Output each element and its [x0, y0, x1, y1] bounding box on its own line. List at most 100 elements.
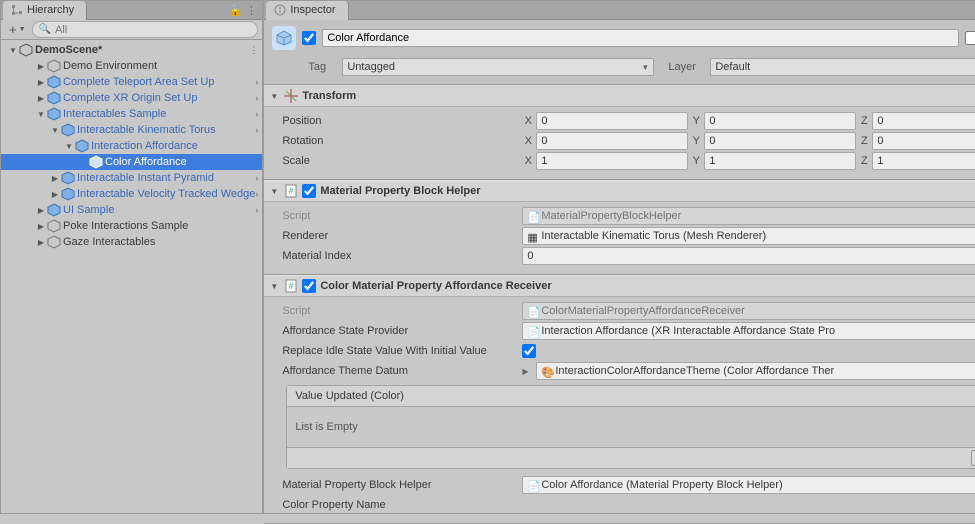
component-header[interactable]: ▼ Transform ? ⎚ ⋮	[264, 85, 975, 107]
tree-item[interactable]: ▼ Interactable Kinematic Torus ›	[1, 122, 262, 138]
rotation-z-input[interactable]	[872, 132, 975, 150]
chevron-right-icon[interactable]: ›	[255, 125, 258, 135]
material-index-input[interactable]	[522, 247, 975, 265]
scale-z-input[interactable]	[872, 152, 975, 170]
static-toggle[interactable]: Static ▼	[965, 31, 975, 45]
scene-label: DemoScene*	[35, 44, 102, 56]
panel-menu-icon[interactable]: ⋮	[244, 4, 258, 17]
foldout-icon[interactable]: ▼	[270, 282, 280, 291]
tree-item-selected[interactable]: Color Affordance	[1, 154, 262, 170]
chevron-right-icon[interactable]: ›	[255, 93, 258, 103]
tree-item[interactable]: ▶ Demo Environment	[1, 58, 262, 74]
chevron-right-icon[interactable]: ›	[255, 109, 258, 119]
hierarchy-search[interactable]: 🔍	[32, 21, 259, 38]
inspector-tabbar: Inspector 🔒 ⋮	[264, 1, 975, 20]
active-toggle[interactable]	[302, 31, 316, 45]
component-enable-toggle[interactable]	[302, 279, 316, 293]
chevron-right-icon[interactable]: ›	[255, 189, 258, 199]
tree-item[interactable]: ▶ Complete XR Origin Set Up ›	[1, 90, 262, 106]
inspector-tab[interactable]: Inspector	[266, 1, 348, 20]
script-field: 📄 MaterialPropertyBlockHelper ⊙	[522, 207, 975, 225]
scene-node[interactable]: ▼ DemoScene* ⋮	[1, 42, 262, 58]
rotation-y-input[interactable]	[704, 132, 856, 150]
renderer-label: Renderer	[270, 230, 522, 242]
component-header[interactable]: ▼ # Material Property Block Helper ? ⎚ ⋮	[264, 180, 975, 202]
script-asset-icon: 📄	[527, 211, 537, 221]
position-z-input[interactable]	[872, 112, 975, 130]
prefab-icon	[75, 139, 89, 153]
tree-item[interactable]: ▶ Interactable Instant Pyramid ›	[1, 170, 262, 186]
script-label: Script	[270, 305, 522, 317]
gameobject-name-input[interactable]	[322, 29, 958, 47]
tree-item[interactable]: ▶ UI Sample ›	[1, 202, 262, 218]
foldout-icon[interactable]: ▼	[35, 108, 47, 120]
foldout-icon[interactable]: ▼	[7, 44, 19, 56]
foldout-icon[interactable]: ▶	[49, 188, 61, 200]
foldout-icon[interactable]: ▼	[63, 140, 75, 152]
gameobject-icon-picker[interactable]	[272, 26, 296, 50]
transform-icon	[284, 89, 298, 103]
hierarchy-tab-label: Hierarchy	[27, 4, 74, 16]
foldout-icon[interactable]: ▶	[522, 367, 534, 376]
tree-item[interactable]: ▼ Interactables Sample ›	[1, 106, 262, 122]
component-header[interactable]: ▼ # Color Material Property Affordance R…	[264, 275, 975, 297]
tree-item[interactable]: ▶ Poke Interactions Sample	[1, 218, 262, 234]
foldout-icon[interactable]: ▶	[35, 204, 47, 216]
position-x-input[interactable]	[536, 112, 688, 130]
gameobject-header: Static ▼	[264, 20, 975, 56]
scale-y-input[interactable]	[704, 152, 856, 170]
prefab-icon	[47, 75, 61, 89]
svg-text:#: #	[289, 186, 294, 196]
tree-item[interactable]: ▶ Interactable Velocity Tracked Wedge ›	[1, 186, 262, 202]
prefab-icon	[61, 123, 75, 137]
script-asset-icon: 📄	[527, 306, 537, 316]
chevron-right-icon[interactable]: ›	[255, 205, 258, 215]
foldout-icon[interactable]: ▼	[270, 92, 280, 101]
foldout-spacer	[77, 156, 89, 168]
rotation-label: Rotation	[270, 135, 522, 147]
foldout-icon[interactable]: ▼	[49, 124, 61, 136]
panel-lock-icon[interactable]: 🔒	[228, 4, 242, 17]
scale-x-input[interactable]	[536, 152, 688, 170]
chevron-right-icon[interactable]: ›	[255, 77, 258, 87]
replace-idle-toggle[interactable]	[522, 344, 536, 358]
prefab-icon	[89, 155, 103, 169]
script-icon: #	[284, 184, 298, 198]
renderer-field[interactable]: ▦ Interactable Kinematic Torus (Mesh Ren…	[522, 227, 975, 245]
foldout-icon[interactable]: ▼	[270, 187, 280, 196]
hierarchy-icon	[11, 4, 23, 16]
create-dropdown[interactable]: + ▼	[5, 22, 30, 37]
foldout-icon[interactable]: ▶	[35, 60, 47, 72]
foldout-icon[interactable]: ▶	[35, 220, 47, 232]
material-index-label: Material Index	[270, 250, 522, 262]
chevron-down-icon: ▼	[641, 63, 649, 72]
tree-item[interactable]: ▼ Interaction Affordance	[1, 138, 262, 154]
theme-asset-icon: 🎨	[541, 366, 551, 376]
event-add-button[interactable]: +	[971, 450, 975, 466]
scale-label: Scale	[270, 155, 522, 167]
tag-dropdown[interactable]: Untagged ▼	[342, 58, 654, 76]
static-checkbox[interactable]	[965, 31, 975, 45]
tree-item[interactable]: ▶ Complete Teleport Area Set Up ›	[1, 74, 262, 90]
tree-item[interactable]: ▶ Gaze Interactables	[1, 234, 262, 250]
mpbh-ref-field[interactable]: 📄 Color Affordance (Material Property Bl…	[522, 476, 975, 494]
layer-label: Layer	[668, 61, 704, 73]
dropdown-caret-icon: ▼	[19, 26, 26, 33]
layer-dropdown[interactable]: Default ▼	[710, 58, 975, 76]
chevron-right-icon[interactable]: ›	[255, 173, 258, 183]
foldout-icon[interactable]: ▶	[35, 92, 47, 104]
component-enable-toggle[interactable]	[302, 184, 316, 198]
scene-menu-icon[interactable]: ⋮	[249, 45, 258, 56]
search-input[interactable]	[55, 24, 251, 36]
provider-field[interactable]: 📄 Interaction Affordance (XR Interactabl…	[522, 322, 975, 340]
hierarchy-tab[interactable]: Hierarchy	[3, 1, 87, 20]
foldout-icon[interactable]: ▶	[35, 236, 47, 248]
foldout-icon[interactable]: ▶	[35, 76, 47, 88]
foldout-icon[interactable]: ▶	[49, 172, 61, 184]
rotation-x-input[interactable]	[536, 132, 688, 150]
theme-field[interactable]: 🎨 InteractionColorAffordanceTheme (Color…	[536, 362, 975, 380]
tag-layer-row: Tag Untagged ▼ Layer Default ▼	[264, 56, 975, 85]
position-y-input[interactable]	[704, 112, 856, 130]
inspector-tab-label: Inspector	[290, 4, 335, 16]
theme-label: Affordance Theme Datum	[270, 365, 522, 377]
